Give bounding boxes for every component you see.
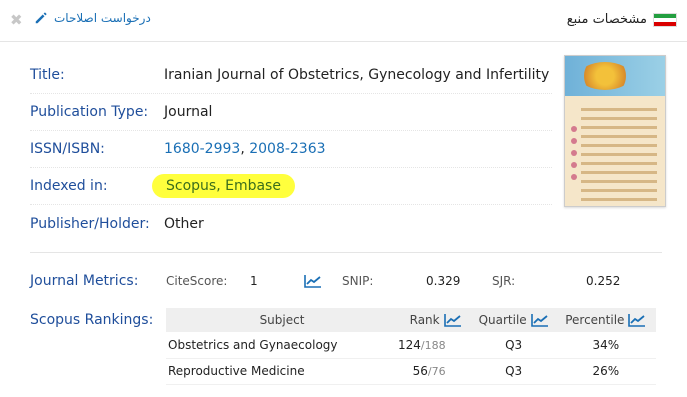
ranking-quartile: Q3 [471, 358, 556, 385]
ranking-row: Reproductive Medicine 56/76 Q3 26% [166, 358, 656, 385]
publisher-value: Other [164, 215, 204, 232]
ranking-rank-total: /188 [420, 338, 446, 352]
iran-flag-icon [653, 12, 677, 27]
ranking-rank-value: 56 [412, 364, 428, 378]
ranking-percentile: 34% [555, 332, 656, 359]
snip-label: SNIP: [342, 274, 374, 288]
ranking-rank: 56/76 [398, 358, 472, 385]
issn-value: 1680-2993, 2008-2363 [164, 141, 326, 157]
publication-type-value: Journal [164, 104, 213, 120]
rankings-header-row: Subject Rank Quartile Percentile [166, 308, 656, 332]
citescore-label: CiteScore: [166, 274, 228, 288]
pencil-icon [35, 12, 47, 24]
sjr-value: 0.252 [586, 274, 621, 288]
indexed-value: Scopus, Embase [152, 174, 295, 198]
percentile-header[interactable]: Percentile [555, 308, 656, 332]
journal-metrics-label: Journal Metrics: [30, 273, 139, 289]
ranking-rank: 124/188 [398, 332, 472, 359]
panel-header: ✖ درخواست اصلاحات مشخصات منبع [0, 0, 687, 42]
title-row: Title: Iranian Journal of Obstetrics, Gy… [30, 57, 552, 94]
panel-title-group: مشخصات منبع [567, 12, 677, 27]
issn-label: ISSN/ISBN: [30, 141, 105, 157]
percentile-header-label: Percentile [565, 313, 625, 327]
ranking-subject: Reproductive Medicine [166, 358, 398, 385]
citescore-chart-icon[interactable] [304, 274, 322, 288]
cover-dots [571, 126, 577, 186]
issn-link-1[interactable]: 1680-2993 [164, 141, 240, 157]
close-icon[interactable]: ✖ [10, 11, 23, 29]
title-label: Title: [30, 67, 65, 83]
cover-banner [565, 56, 665, 96]
citescore-value: 1 [250, 274, 258, 288]
subject-header: Subject [166, 308, 398, 332]
ranking-percentile: 26% [555, 358, 656, 385]
indexed-embase-link[interactable]: Embase [225, 178, 281, 194]
indexed-row: Indexed in: Scopus, Embase [30, 168, 552, 205]
percentile-chart-icon[interactable] [628, 313, 646, 327]
section-divider [30, 252, 662, 253]
issn-link-2[interactable]: 2008-2363 [249, 141, 325, 157]
quartile-chart-icon[interactable] [530, 313, 549, 327]
ranking-subject: Obstetrics and Gynaecology [166, 332, 398, 359]
ranking-rank-total: /76 [427, 365, 446, 378]
ranking-quartile: Q3 [471, 332, 556, 359]
ranking-row: Obstetrics and Gynaecology 124/188 Q3 34… [166, 332, 656, 359]
indexed-highlight: Scopus, Embase [152, 174, 295, 198]
rank-header[interactable]: Rank [398, 308, 472, 332]
journal-cover-image[interactable] [564, 55, 666, 207]
publisher-label: Publisher/Holder: [30, 215, 150, 232]
scopus-rankings-label: Scopus Rankings: [30, 312, 154, 328]
indexed-label: Indexed in: [30, 178, 108, 194]
quartile-header[interactable]: Quartile [471, 308, 556, 332]
request-correction-label: درخواست اصلاحات [54, 11, 151, 25]
request-correction-link[interactable]: درخواست اصلاحات [34, 11, 151, 25]
ranking-rank-value: 124 [398, 337, 421, 352]
publication-type-row: Publication Type: Journal [30, 94, 552, 131]
indexed-separator: , [216, 178, 226, 194]
rank-chart-icon[interactable] [443, 313, 462, 327]
title-value: Iranian Journal of Obstetrics, Gynecolog… [164, 67, 550, 83]
panel-title: مشخصات منبع [566, 12, 647, 27]
journal-metrics: Journal Metrics: CiteScore: 1 SNIP: 0.32… [30, 266, 662, 296]
quartile-header-label: Quartile [478, 313, 527, 327]
indexed-scopus-link[interactable]: Scopus [166, 178, 216, 194]
source-info: Title: Iranian Journal of Obstetrics, Gy… [30, 57, 552, 242]
sjr-label: SJR: [492, 274, 516, 288]
issn-row: ISSN/ISBN: 1680-2993, 2008-2363 [30, 131, 552, 168]
scopus-rankings-table: Subject Rank Quartile Percentile Obstetr… [166, 308, 656, 385]
rank-header-label: Rank [409, 313, 440, 327]
issn-separator: , [240, 141, 250, 157]
publication-type-label: Publication Type: [30, 104, 149, 120]
cover-logo [579, 62, 631, 90]
publisher-row: Publisher/Holder: Other [30, 205, 552, 242]
cover-text-lines [565, 96, 665, 206]
snip-value: 0.329 [426, 274, 461, 288]
